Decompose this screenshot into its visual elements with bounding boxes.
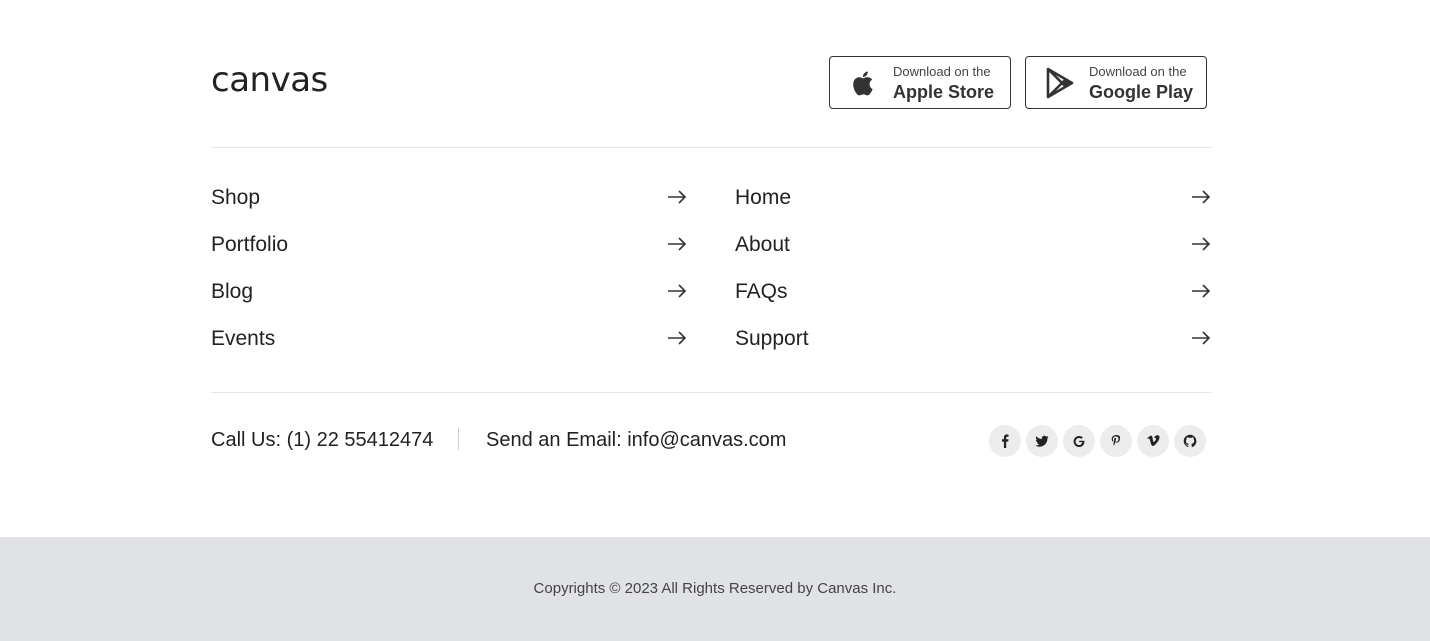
apple-store-button[interactable]: Download on the Apple Store	[829, 56, 1011, 109]
copyright-bar: Copyrights © 2023 All Rights Reserved by…	[0, 537, 1430, 641]
link-label: Blog	[211, 280, 254, 303]
link-home[interactable]: Home	[735, 176, 1211, 223]
contact-row: Call Us: (1) 22 55412474 Send an Email: …	[211, 423, 1211, 459]
twitter-icon	[1035, 435, 1049, 447]
google-button[interactable]	[1063, 425, 1095, 457]
link-label: FAQs	[735, 280, 788, 303]
apple-store-label: Apple Store	[893, 82, 995, 102]
link-events[interactable]: Events	[211, 317, 687, 364]
pinterest-button[interactable]	[1100, 425, 1132, 457]
link-label: Support	[735, 327, 809, 350]
google-icon	[1073, 436, 1085, 447]
links-column-left: Shop Portfolio Blog Events	[211, 176, 687, 364]
google-play-label: Google Play	[1089, 82, 1194, 102]
vimeo-button[interactable]	[1137, 425, 1169, 457]
google-play-caption: Download on the	[1089, 64, 1187, 79]
divider-top	[211, 147, 1211, 148]
arrow-right-icon	[668, 190, 687, 204]
google-play-icon	[1046, 67, 1074, 99]
link-label: Events	[211, 327, 276, 350]
link-support[interactable]: Support	[735, 317, 1211, 364]
twitter-button[interactable]	[1026, 425, 1058, 457]
github-button[interactable]	[1174, 425, 1206, 457]
arrow-right-icon	[668, 237, 687, 251]
call-us-text[interactable]: Call Us: (1) 22 55412474	[211, 429, 433, 452]
copyright-text: Copyrights © 2023 All Rights Reserved by…	[533, 580, 897, 597]
links-column-right: Home About FAQs Support	[735, 176, 1211, 364]
github-icon	[1183, 434, 1197, 448]
link-about[interactable]: About	[735, 223, 1211, 270]
divider-bottom	[211, 392, 1211, 393]
arrow-right-icon	[1192, 331, 1211, 345]
facebook-icon	[1002, 434, 1009, 448]
link-portfolio[interactable]: Portfolio	[211, 223, 687, 270]
arrow-right-icon	[668, 284, 687, 298]
google-play-button[interactable]: Download on the Google Play	[1025, 56, 1207, 109]
link-label: Shop	[211, 186, 261, 209]
arrow-right-icon	[1192, 284, 1211, 298]
email-text[interactable]: Send an Email: info@canvas.com	[486, 429, 786, 452]
footer-topbar: canvas Download on the Apple Store Downl…	[211, 56, 1211, 111]
link-shop[interactable]: Shop	[211, 176, 687, 223]
apple-store-caption: Download on the	[893, 64, 991, 79]
link-faqs[interactable]: FAQs	[735, 270, 1211, 317]
link-label: Portfolio	[211, 233, 289, 256]
arrow-right-icon	[668, 331, 687, 345]
contact-separator	[458, 428, 459, 450]
arrow-right-icon	[1192, 237, 1211, 251]
canvas-logo[interactable]: canvas	[211, 60, 328, 100]
apple-icon	[853, 71, 873, 96]
link-label: About	[735, 233, 790, 256]
link-label: Home	[735, 186, 792, 209]
arrow-right-icon	[1192, 190, 1211, 204]
pinterest-icon	[1111, 435, 1121, 446]
facebook-button[interactable]	[989, 425, 1021, 457]
link-blog[interactable]: Blog	[211, 270, 687, 317]
vimeo-icon	[1147, 435, 1160, 446]
